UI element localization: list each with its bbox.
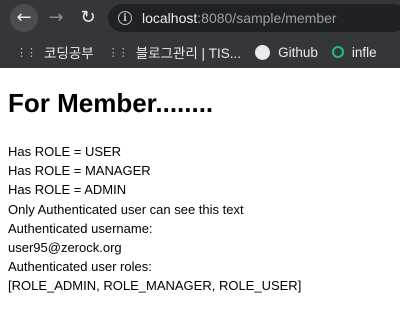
- page-content: For Member........ Has ROLE = USER Has R…: [0, 84, 400, 296]
- username-value: user95@zerock.org: [8, 240, 122, 256]
- bookmark-blog[interactable]: ⋮⋮ 블로그관리 | TIS...: [108, 42, 241, 62]
- bookmark-label: 코딩공부: [44, 46, 94, 61]
- github-icon: [255, 44, 271, 60]
- url-host: localhost: [142, 10, 198, 26]
- forward-arrow-icon[interactable]: →: [42, 4, 70, 32]
- page-title: For Member........: [8, 88, 214, 118]
- inflearn-icon: [331, 46, 344, 58]
- site-info-icon[interactable]: i: [118, 11, 132, 25]
- role-manager-line: Has ROLE = MANAGER: [8, 163, 151, 179]
- dots-icon: ⋮⋮: [16, 46, 37, 59]
- username-label: Authenticated username:: [8, 220, 153, 236]
- bookmarks-bar: ⋮⋮ 코딩공부 ⋮⋮ 블로그관리 | TIS... Github infle: [0, 36, 400, 68]
- address-bar[interactable]: i localhost:8080/sample/member: [108, 4, 400, 32]
- bookmark-github[interactable]: Github: [255, 44, 318, 60]
- bookmark-label: Github: [278, 44, 318, 60]
- roles-label: Authenticated user roles:: [8, 259, 152, 275]
- url-path: :8080/sample/member: [197, 10, 337, 26]
- role-admin-line: Has ROLE = ADMIN: [8, 182, 127, 198]
- browser-toolbar: ← → ↻ i localhost:8080/sample/member: [0, 0, 400, 36]
- bookmark-coding[interactable]: ⋮⋮ 코딩공부: [16, 42, 94, 62]
- roles-value: [ROLE_ADMIN, ROLE_MANAGER, ROLE_USER]: [8, 278, 302, 294]
- authenticated-only-text: Only Authenticated user can see this tex…: [8, 201, 244, 217]
- bookmark-label: infle: [351, 44, 377, 60]
- dots-icon: ⋮⋮: [107, 46, 129, 59]
- browser-chrome: ← → ↻ i localhost:8080/sample/member ⋮⋮ …: [0, 0, 400, 68]
- role-user-line: Has ROLE = USER: [8, 144, 122, 159]
- back-arrow-icon[interactable]: ←: [10, 4, 38, 32]
- url-text[interactable]: localhost:8080/sample/member: [142, 10, 337, 26]
- bookmark-label: 블로그관리 | TIS...: [135, 46, 242, 61]
- bookmark-inflearn[interactable]: infle: [331, 44, 377, 60]
- reload-icon[interactable]: ↻: [74, 4, 102, 32]
- member-info: Has ROLE = USER Has ROLE = MANAGER Has R…: [8, 142, 392, 296]
